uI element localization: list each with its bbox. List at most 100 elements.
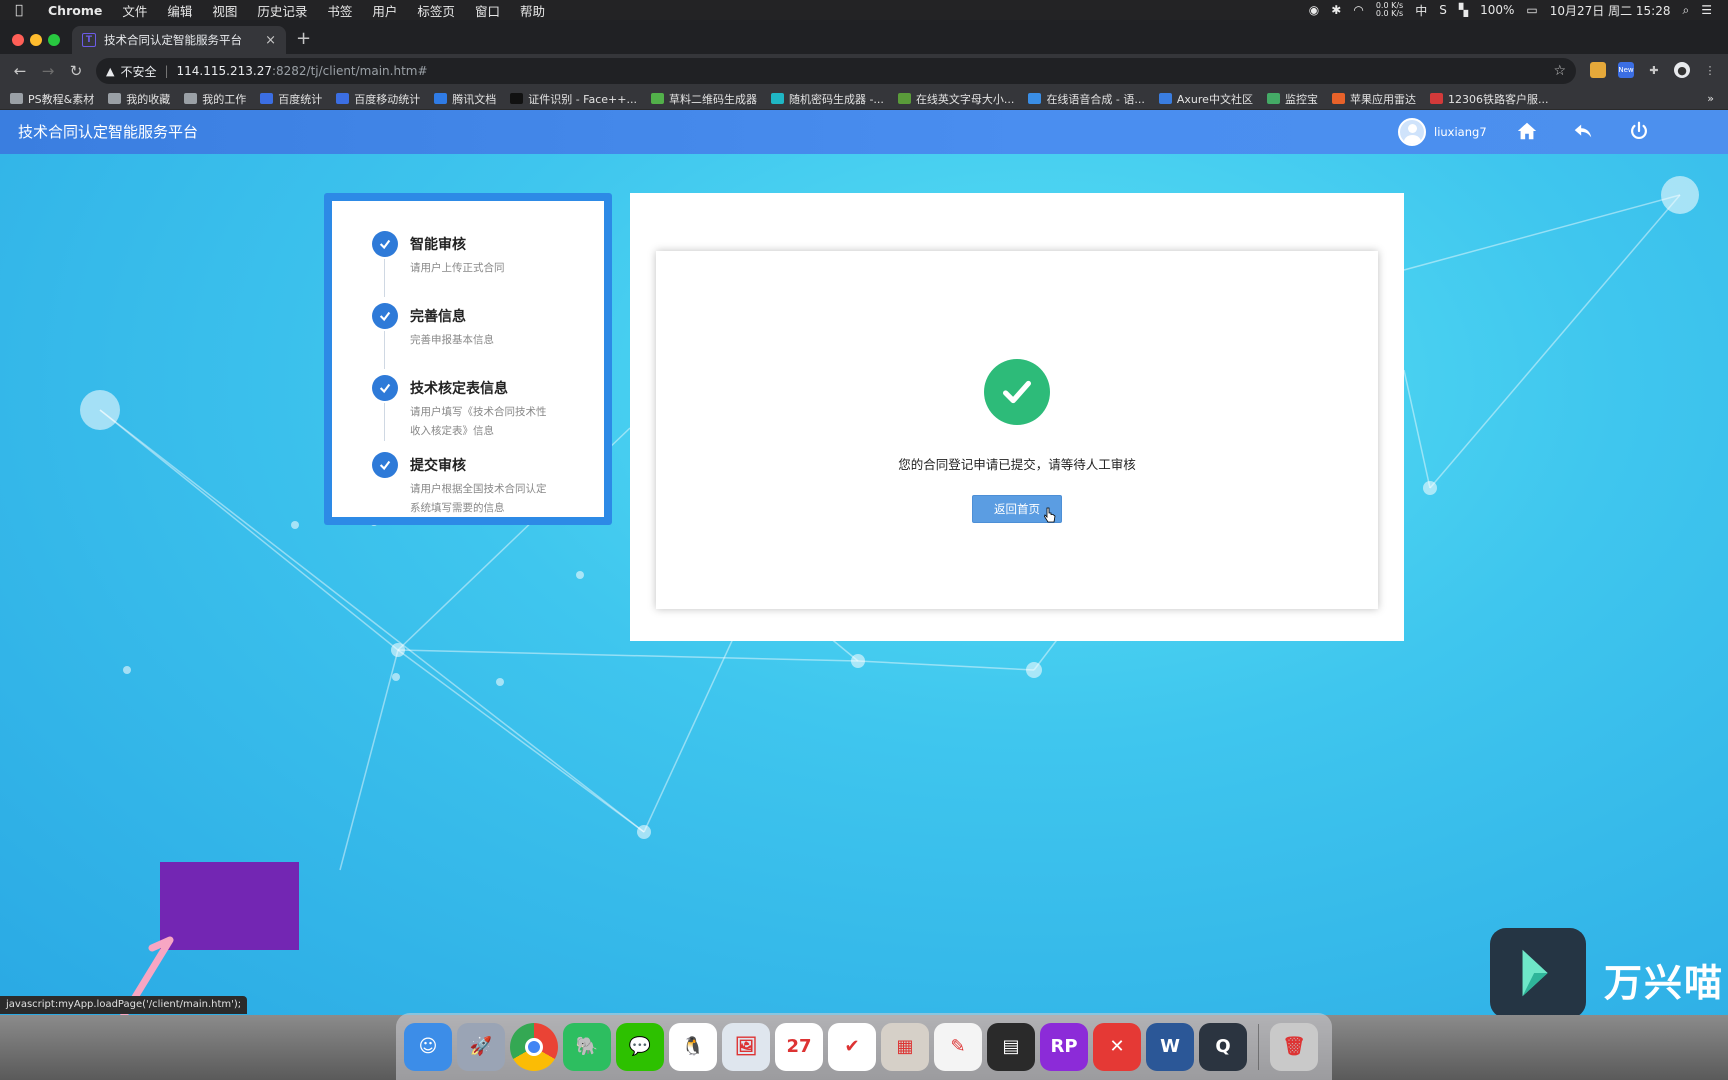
bookmark-star-icon[interactable]: ☆	[1553, 63, 1566, 79]
menu-bookmarks[interactable]: 书签	[317, 1, 362, 20]
bookmark-item[interactable]: 百度统计	[260, 91, 322, 107]
menu-app-name[interactable]: Chrome	[38, 3, 112, 18]
menu-view[interactable]: 视图	[202, 1, 247, 20]
apple-menu-icon[interactable]: 	[0, 3, 38, 18]
close-window-button[interactable]	[12, 34, 24, 46]
bookmark-item[interactable]: 在线英文字母大小...	[897, 91, 1015, 107]
xmind-glyph: ✕	[1109, 1036, 1125, 1057]
extension-colorful-icon[interactable]	[1590, 62, 1606, 78]
xmind-icon[interactable]: ✕	[1093, 1022, 1141, 1071]
username[interactable]: liuxiang7	[1434, 125, 1487, 139]
bookmark-label: 12306铁路客户服...	[1447, 92, 1549, 106]
word-icon[interactable]: W	[1146, 1022, 1194, 1071]
preview-icon[interactable]: 🖼	[722, 1022, 770, 1071]
textedit-glyph: ✎	[950, 1036, 966, 1057]
zoom-window-button[interactable]	[48, 34, 60, 46]
textedit-icon[interactable]: ✎	[934, 1022, 982, 1071]
bookmark-item[interactable]: 监控宝	[1266, 91, 1318, 107]
profile-icon[interactable]: ●	[1674, 62, 1690, 78]
bookmark-icon	[336, 93, 350, 104]
active-tab[interactable]: T 技术合同认定智能服务平台 ×	[72, 26, 286, 54]
bookmarks-overflow-button[interactable]: »	[1707, 92, 1714, 105]
monitor-icon[interactable]: ▤	[987, 1022, 1035, 1071]
spotlight-icon[interactable]: ⌕	[1683, 3, 1690, 18]
bookmark-icon	[897, 93, 911, 104]
axure-rp-icon[interactable]: RP	[1040, 1022, 1088, 1071]
menu-edit[interactable]: 编辑	[157, 1, 202, 20]
app-header: 技术合同认定智能服务平台 liuxiang7	[0, 110, 1728, 154]
success-check-icon	[984, 359, 1050, 425]
back-arrow-icon[interactable]	[1572, 120, 1596, 144]
bookmark-item[interactable]: 腾讯文档	[434, 91, 496, 107]
bookmark-item[interactable]: 随机密码生成器 -...	[770, 91, 884, 107]
qq-icon[interactable]: 🐧	[669, 1022, 717, 1071]
not-secure-label[interactable]: 不安全	[120, 63, 156, 80]
extensions-puzzle-icon[interactable]: ✚	[1646, 62, 1662, 78]
extension-new-icon[interactable]: New	[1618, 62, 1634, 78]
finder-icon[interactable]: ☺	[404, 1022, 452, 1071]
menu-file[interactable]: 文件	[112, 1, 157, 20]
bookmark-item[interactable]: 我的收藏	[108, 91, 170, 107]
menu-tab[interactable]: 标签页	[407, 1, 465, 20]
tab-title: 技术合同认定智能服务平台	[104, 33, 242, 47]
address-bar[interactable]: ▲ 不安全 | 114.115.213.27 :8282/tj/client/m…	[96, 58, 1576, 84]
user-avatar-icon[interactable]	[1398, 118, 1426, 146]
back-arrow-icon[interactable]: ←	[6, 62, 34, 80]
check-icon	[372, 375, 398, 401]
menu-help[interactable]: 帮助	[510, 1, 555, 20]
minimize-window-button[interactable]	[30, 34, 42, 46]
bookmark-label: PS教程&素材	[28, 92, 95, 106]
bookmark-icon	[434, 93, 448, 104]
menu-history[interactable]: 历史记录	[247, 1, 317, 20]
bookmark-item[interactable]: 草料二维码生成器	[650, 91, 757, 107]
bookmark-icon	[184, 93, 198, 104]
layout-icon[interactable]: ▚	[1459, 3, 1468, 17]
calendar-icon[interactable]: 27	[775, 1022, 823, 1071]
user-menu[interactable]: liuxiang7	[1398, 118, 1487, 146]
steps-list: 智能审核 请用户上传正式合同 完善信息 完善申报基本信息 技术核定表信息 请用户…	[332, 201, 604, 517]
menu-people[interactable]: 用户	[362, 1, 407, 20]
wechat-icon[interactable]: 💬	[616, 1022, 664, 1071]
calculator-icon[interactable]: ▦	[881, 1022, 929, 1071]
bookmark-item[interactable]: PS教程&素材	[10, 91, 94, 107]
launchpad-icon[interactable]: 🚀	[457, 1022, 505, 1071]
warning-triangle-icon[interactable]: ▲	[106, 65, 114, 78]
bookmark-item[interactable]: 我的工作	[184, 91, 246, 107]
new-tab-button[interactable]: +	[296, 28, 311, 49]
input-method-indicator[interactable]: 中	[1415, 2, 1427, 19]
network-speed: 0.0 K/s 0.0 K/s	[1376, 2, 1403, 18]
calendar-glyph: 27	[786, 1036, 812, 1057]
tab-close-icon[interactable]: ×	[265, 33, 276, 48]
wifi-icon[interactable]: ◠	[1353, 3, 1363, 17]
screen-record-icon[interactable]: ◉	[1309, 3, 1319, 17]
reload-icon[interactable]: ↻	[62, 62, 90, 80]
step-title: 完善信息	[410, 309, 466, 325]
quicktime-icon[interactable]: Q	[1199, 1022, 1247, 1071]
site-favicon-icon: T	[82, 33, 96, 47]
notification-center-icon[interactable]: ☰	[1701, 3, 1712, 17]
bookmark-label: 在线英文字母大小...	[915, 92, 1015, 106]
bookmark-item[interactable]: 在线语音合成 - 语...	[1028, 91, 1145, 107]
monitor-glyph: ▤	[1002, 1036, 1020, 1057]
bookmark-item[interactable]: 苹果应用雷达	[1331, 91, 1416, 107]
chrome-icon[interactable]	[510, 1022, 558, 1071]
home-icon[interactable]	[1516, 120, 1540, 144]
trash-icon[interactable]: 🗑	[1270, 1022, 1318, 1071]
bookmark-label: 证件识别 - Face++...	[528, 92, 637, 106]
power-icon[interactable]	[1628, 120, 1652, 144]
sogou-icon[interactable]: S	[1439, 3, 1447, 17]
evernote-icon[interactable]: 🐘	[563, 1022, 611, 1071]
chrome-menu-icon[interactable]: ⋮	[1702, 62, 1718, 78]
battery-icon[interactable]: ▭	[1526, 3, 1537, 17]
quicktime-glyph: Q	[1215, 1036, 1231, 1057]
bookmark-item[interactable]: Axure中文社区	[1158, 91, 1253, 107]
bookmark-item[interactable]: 百度移动统计	[336, 91, 420, 107]
bookmark-item[interactable]: 证件识别 - Face++...	[510, 91, 637, 107]
bookmark-icon	[770, 93, 784, 104]
bookmark-item[interactable]: 12306铁路客户服...	[1429, 91, 1549, 107]
forward-arrow-icon[interactable]: →	[34, 62, 62, 80]
clock[interactable]: 10月27日 周二 15:28	[1550, 2, 1671, 19]
todo-icon[interactable]: ✔	[828, 1022, 876, 1071]
bluetooth-icon[interactable]: ✱	[1331, 3, 1341, 17]
menu-window[interactable]: 窗口	[465, 1, 510, 20]
